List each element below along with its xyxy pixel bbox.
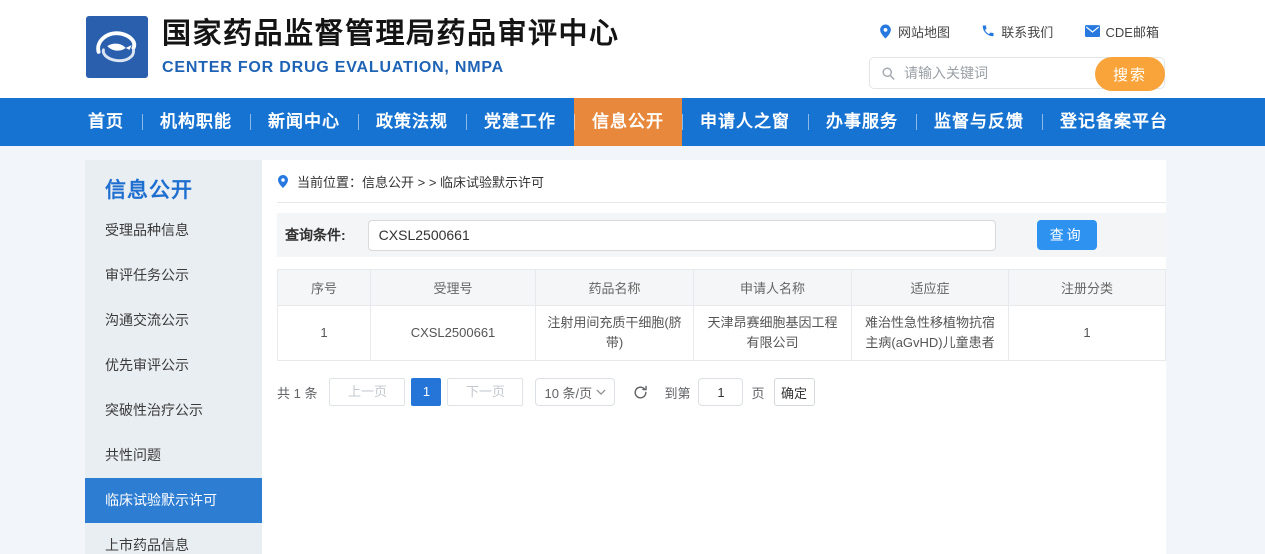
sidebar-item-breakthrough-therapy[interactable]: 突破性治疗公示 [85,388,262,433]
goto-page-label: 到第 [664,383,690,402]
cde-logo[interactable] [86,16,148,78]
header-right: 网站地图 联系我们 CDE邮箱 [869,22,1165,89]
sidebar-item-clinical-trial-license[interactable]: 临床试验默示许可 [85,478,262,523]
nav-item-applicant-window[interactable]: 申请人之窗 [682,98,808,146]
col-indication: 适应症 [852,270,1009,306]
content-area: 信息公开 受理品种信息 审评任务公示 沟通交流公示 优先审评公示 突破性治疗公示… [0,146,1265,554]
pagination-total: 共 1 条 [277,383,317,402]
nav-item-services[interactable]: 办事服务 [808,98,916,146]
breadcrumb-text: 当前位置：信息公开 > > 临床试验默示许可 [297,172,544,191]
sidebar-title: 信息公开 [85,160,262,208]
goto-page-input[interactable] [698,378,743,406]
cell-applicant: 天津昂赛细胞基因工程有限公司 [694,306,852,361]
table-row: 1 CXSL2500661 注射用间充质干细胞(脐带) 天津昂赛细胞基因工程有限… [278,306,1166,361]
sidebar-item-common-issues[interactable]: 共性问题 [85,433,262,478]
cell-registration-class: 1 [1009,306,1166,361]
sidebar-item-priority-review[interactable]: 优先审评公示 [85,343,262,388]
phone-icon [981,24,995,38]
nav-item-home[interactable]: 首页 [70,98,142,146]
sidebar-item-communication[interactable]: 沟通交流公示 [85,298,262,343]
sidebar-item-marketed-drugs[interactable]: 上市药品信息 [85,523,262,554]
goto-page-unit: 页 [751,383,764,402]
cde-logo-icon [86,16,148,78]
site-header: 国家药品监督管理局药品审评中心 CENTER FOR DRUG EVALUATI… [0,0,1265,98]
page-size-select[interactable]: 10 条/页 [535,378,615,406]
nav-item-info-disclosure[interactable]: 信息公开 [574,98,682,146]
cell-seq: 1 [278,306,371,361]
breadcrumb: 当前位置：信息公开 > > 临床试验默示许可 [277,172,1166,203]
nav-item-policy[interactable]: 政策法规 [358,98,466,146]
query-input[interactable] [368,220,996,251]
site-search-button[interactable]: 搜索 [1095,57,1165,91]
nav-item-news[interactable]: 新闻中心 [250,98,358,146]
contact-link[interactable]: 联系我们 [981,22,1053,41]
page-number-1[interactable]: 1 [411,378,441,406]
mailbox-label: CDE邮箱 [1106,22,1159,41]
prev-page-button[interactable]: 上一页 [329,378,405,406]
col-applicant: 申请人名称 [694,270,852,306]
next-page-button[interactable]: 下一页 [447,378,523,406]
nav-item-party[interactable]: 党建工作 [466,98,574,146]
table-header-row: 序号 受理号 药品名称 申请人名称 适应症 注册分类 [278,270,1166,306]
quick-links: 网站地图 联系我们 CDE邮箱 [869,22,1165,40]
main-panel: 当前位置：信息公开 > > 临床试验默示许可 查询条件: 查询 序号 受理号 药… [262,160,1166,554]
magnifier-icon [881,66,896,81]
query-bar: 查询条件: 查询 [277,213,1166,257]
pagination: 共 1 条 上一页 1 下一页 10 条/页 到第 页 确定 [277,378,1166,406]
results-table: 序号 受理号 药品名称 申请人名称 适应症 注册分类 1 CXSL2500661… [277,269,1166,361]
site-title: 国家药品监督管理局药品审评中心 [162,16,620,52]
goto-confirm-button[interactable]: 确定 [774,378,815,406]
nav-item-registration-platform[interactable]: 登记备案平台 [1042,98,1186,146]
chevron-down-icon [596,389,606,395]
map-pin-icon [879,24,892,39]
page-size-value: 10 条/页 [544,383,592,402]
main-nav: 首页 机构职能 新闻中心 政策法规 党建工作 信息公开 申请人之窗 办事服务 监… [0,98,1265,146]
cell-drug-name: 注射用间充质干细胞(脐带) [536,306,694,361]
site-subtitle: CENTER FOR DRUG EVALUATION, NMPA [162,59,620,77]
sidebar-item-review-tasks[interactable]: 审评任务公示 [85,253,262,298]
site-search-bar: 搜索 [869,57,1165,89]
cell-indication: 难治性急性移植物抗宿主病(aGvHD)儿童患者 [852,306,1009,361]
refresh-icon[interactable] [632,384,649,401]
sidebar: 信息公开 受理品种信息 审评任务公示 沟通交流公示 优先审评公示 突破性治疗公示… [85,160,262,554]
page: 国家药品监督管理局药品审评中心 CENTER FOR DRUG EVALUATI… [0,0,1265,554]
nav-item-supervision[interactable]: 监督与反馈 [916,98,1042,146]
mailbox-link[interactable]: CDE邮箱 [1085,22,1159,41]
sitemap-label: 网站地图 [898,22,950,41]
sidebar-item-accepted-varieties[interactable]: 受理品种信息 [85,208,262,253]
col-drug-name: 药品名称 [536,270,694,306]
query-button[interactable]: 查询 [1037,220,1097,250]
col-acceptance-no: 受理号 [371,270,536,306]
col-registration-class: 注册分类 [1009,270,1166,306]
contact-label: 联系我们 [1001,22,1053,41]
brand-block: 国家药品监督管理局药品审评中心 CENTER FOR DRUG EVALUATI… [162,16,620,77]
sitemap-link[interactable]: 网站地图 [879,22,950,41]
cell-acceptance-no: CXSL2500661 [371,306,536,361]
map-pin-icon [277,174,289,189]
query-label: 查询条件: [285,225,346,245]
mail-icon [1085,25,1100,37]
nav-item-functions[interactable]: 机构职能 [142,98,250,146]
col-seq: 序号 [278,270,371,306]
